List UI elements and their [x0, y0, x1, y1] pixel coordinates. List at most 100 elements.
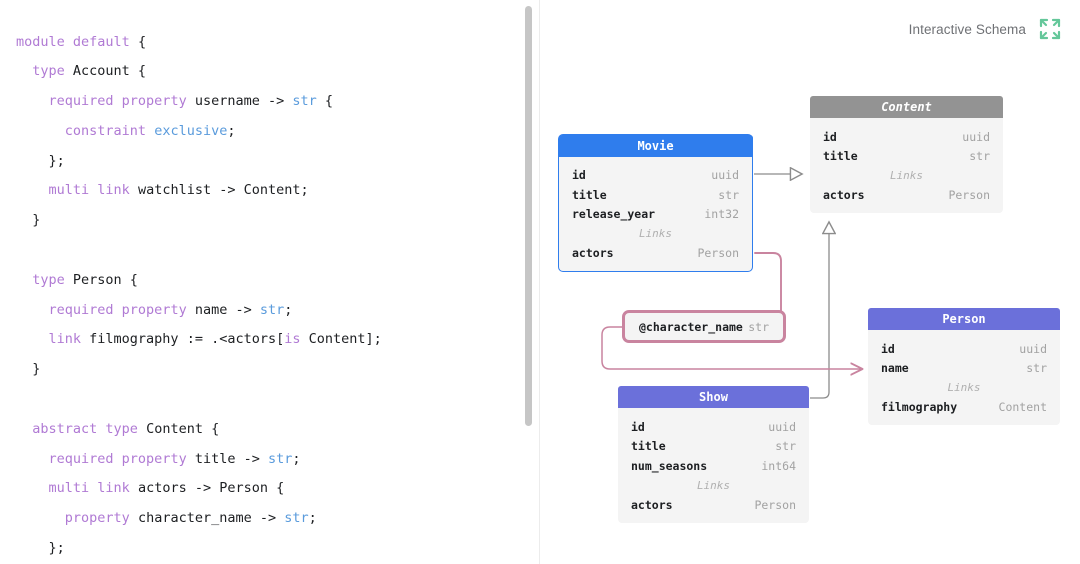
code-token: required — [48, 301, 122, 318]
code-token: link — [48, 331, 90, 348]
link-name: filmography — [881, 400, 958, 415]
schema-card-content[interactable]: Content id uuid title str Links actors Person — [810, 96, 1003, 213]
code-line: type Account { — [16, 57, 540, 87]
property-row[interactable]: title str — [618, 437, 809, 457]
code-token: Person { — [72, 271, 138, 288]
code-token: type — [105, 420, 147, 437]
property-node-name: @character_name — [639, 319, 743, 334]
schema-card-movie[interactable]: Movie id uuid title str release_year int32 Link… — [558, 134, 753, 272]
code-token: is — [284, 331, 301, 348]
code-line: constraint exclusive; — [16, 117, 540, 147]
code-token: filmography := .<actors[ — [89, 331, 285, 348]
code-line: required property username -> str { — [16, 87, 540, 117]
code-token: multi — [48, 480, 98, 497]
code-token: ; — [308, 510, 317, 527]
link-row[interactable]: actors Person — [559, 244, 752, 264]
schema-card-show[interactable]: Show id uuid title str num_seasons int64 Links a… — [618, 386, 809, 523]
code-line: property character_name -> str; — [16, 504, 540, 534]
property-row[interactable]: release_year int32 — [559, 205, 752, 225]
code-token: type — [32, 63, 73, 80]
schema-canvas[interactable]: Movie id uuid title str release_year int32 Link… — [540, 0, 1080, 564]
property-type: uuid — [1019, 341, 1047, 356]
code-token: required — [48, 450, 122, 467]
card-title-show[interactable]: Show — [618, 386, 809, 408]
code-line: }; — [16, 534, 540, 564]
code-token: link — [97, 480, 138, 497]
property-row[interactable]: id uuid — [810, 127, 1003, 147]
property-row[interactable]: id uuid — [559, 166, 752, 186]
property-row[interactable]: id uuid — [868, 339, 1060, 359]
code-token: property — [121, 93, 195, 110]
code-line: }; — [16, 147, 540, 177]
property-type: int64 — [761, 458, 796, 473]
schema-code-pane[interactable]: module default { type Account { required… — [0, 0, 540, 564]
code-line: type Person { — [16, 266, 540, 296]
links-section-label: Links — [947, 381, 981, 394]
code-token: required — [48, 93, 122, 110]
code-scrollbar-thumb[interactable] — [525, 6, 532, 426]
property-type: str — [1026, 361, 1047, 376]
code-token: watchlist -> Content; — [137, 182, 309, 199]
card-title-movie[interactable]: Movie — [558, 134, 753, 157]
code-token: ; — [284, 301, 293, 318]
interactive-schema-page: module default { type Account { required… — [0, 0, 1080, 564]
card-title-person[interactable]: Person — [868, 308, 1060, 330]
property-type: uuid — [768, 419, 796, 434]
esdl-code-block[interactable]: module default { type Account { required… — [0, 28, 540, 564]
code-token: { — [129, 33, 147, 50]
code-line: abstract type Content { — [16, 415, 540, 445]
code-scrollbar-track[interactable] — [524, 0, 534, 564]
code-token: str — [259, 301, 285, 318]
code-token: property — [121, 450, 195, 467]
link-row[interactable]: filmography Content — [868, 398, 1060, 418]
card-body-show: id uuid title str num_seasons int64 Links actor… — [618, 408, 809, 523]
property-row[interactable]: title str — [810, 147, 1003, 167]
code-token: constraint — [64, 122, 155, 139]
code-token: link — [97, 182, 138, 199]
link-type: Person — [754, 497, 796, 512]
code-scroll-area[interactable]: module default { type Account { required… — [0, 0, 540, 564]
code-line: required property name -> str; — [16, 296, 540, 326]
property-row[interactable]: num_seasons int64 — [618, 456, 809, 476]
link-row[interactable]: actors Person — [810, 186, 1003, 206]
code-line: link filmography := .<actors[is Content]… — [16, 325, 540, 355]
code-token: str — [267, 450, 293, 467]
property-node-character-name[interactable]: @character_name str — [622, 310, 786, 343]
property-type: uuid — [962, 129, 990, 144]
property-name: name — [881, 361, 909, 376]
property-name: id — [823, 129, 837, 144]
card-body-content: id uuid title str Links actors Person — [810, 118, 1003, 213]
code-token: default — [72, 33, 130, 50]
code-token: type — [32, 271, 73, 288]
link-type: Content — [998, 400, 1047, 415]
property-type: str — [775, 439, 796, 454]
link-name: actors — [823, 188, 865, 203]
link-row[interactable]: actors Person — [618, 495, 809, 515]
code-line: multi link watchlist -> Content; — [16, 176, 540, 206]
property-name: release_year — [572, 207, 656, 222]
links-section-label: Links — [638, 227, 673, 240]
link-name: actors — [572, 246, 614, 261]
code-token: username -> — [194, 93, 293, 110]
code-token: property — [121, 301, 195, 318]
code-token: { — [316, 93, 334, 110]
code-token: title -> — [194, 450, 268, 467]
code-token: multi — [48, 182, 98, 199]
code-token: property — [64, 510, 138, 527]
property-row[interactable]: title str — [559, 185, 752, 205]
property-name: title — [572, 187, 607, 202]
code-line: } — [16, 206, 540, 236]
interactive-schema-pane[interactable]: Interactive Schema Movie id uuid title s… — [540, 0, 1080, 564]
code-token: name -> — [194, 301, 260, 318]
property-type: str — [718, 187, 739, 202]
property-row[interactable]: name str — [868, 359, 1060, 379]
schema-card-person[interactable]: Person id uuid name str Links filmography Conte… — [868, 308, 1060, 425]
code-line: } — [16, 355, 540, 385]
card-title-content[interactable]: Content — [810, 96, 1003, 118]
property-row[interactable]: id uuid — [618, 417, 809, 437]
code-line: required property title -> str; — [16, 445, 540, 475]
